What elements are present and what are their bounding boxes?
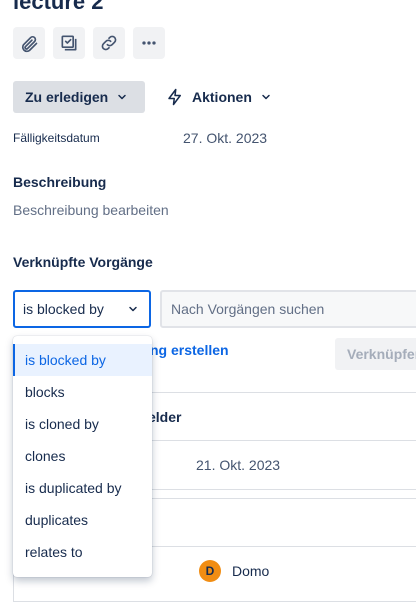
link-type-selected: is blocked by [23,301,104,317]
menu-item-relates-to[interactable]: relates to [13,536,152,568]
subtask-icon [61,35,77,51]
link-icon [101,35,117,51]
link-type-select[interactable]: is blocked by [13,290,151,328]
link-type-menu: is blocked by blocks is cloned by clones… [13,336,152,577]
lightning-icon [168,88,181,106]
due-date-label: Fälligkeitsdatum [13,131,100,145]
attachment-icon [21,35,38,53]
menu-item-blocks[interactable]: blocks [13,376,152,408]
linked-issues-title: Verknüpfte Vorgänge [13,254,153,270]
menu-item-clones[interactable]: clones [13,440,152,472]
more-icon [142,41,156,45]
description-title: Beschreibung [13,174,107,190]
menu-item-is-blocked-by[interactable]: is blocked by [13,344,152,376]
attach-button[interactable] [13,27,45,59]
details-date-value[interactable]: 21. Okt. 2023 [196,457,280,473]
link-submit-label: Verknüpfen [347,346,416,362]
menu-item-is-cloned-by[interactable]: is cloned by [13,408,152,440]
actions-button[interactable]: Aktionen [166,81,272,113]
chevron-down-icon [262,94,270,100]
link-submit-button[interactable]: Verknüpfen [335,338,416,370]
issue-title[interactable]: lecture 2 [13,0,104,15]
status-dropdown[interactable]: Zu erledigen [13,81,145,113]
link-issue-button[interactable] [93,27,125,59]
menu-item-duplicates[interactable]: duplicates [13,504,152,536]
add-subtask-button[interactable] [53,27,85,59]
issue-search-placeholder: Nach Vorgängen suchen [171,301,325,317]
create-linked-issue-link[interactable]: ng erstellen [150,342,229,358]
details-section-title: elder [148,409,182,425]
description-editor[interactable]: Beschreibung bearbeiten [13,202,169,218]
due-date-value[interactable]: 27. Okt. 2023 [183,130,267,146]
more-button[interactable] [133,27,165,59]
avatar: D [199,560,221,582]
menu-item-is-duplicated-by[interactable]: is duplicated by [13,472,152,504]
chevron-down-icon [118,94,126,100]
issue-search-input[interactable]: Nach Vorgängen suchen [160,290,416,328]
status-label: Zu erledigen [25,89,109,105]
chevron-down-icon [129,306,137,312]
actions-label: Aktionen [192,89,252,105]
assignee-name[interactable]: Domo [232,563,269,579]
avatar-initial: D [205,564,215,578]
